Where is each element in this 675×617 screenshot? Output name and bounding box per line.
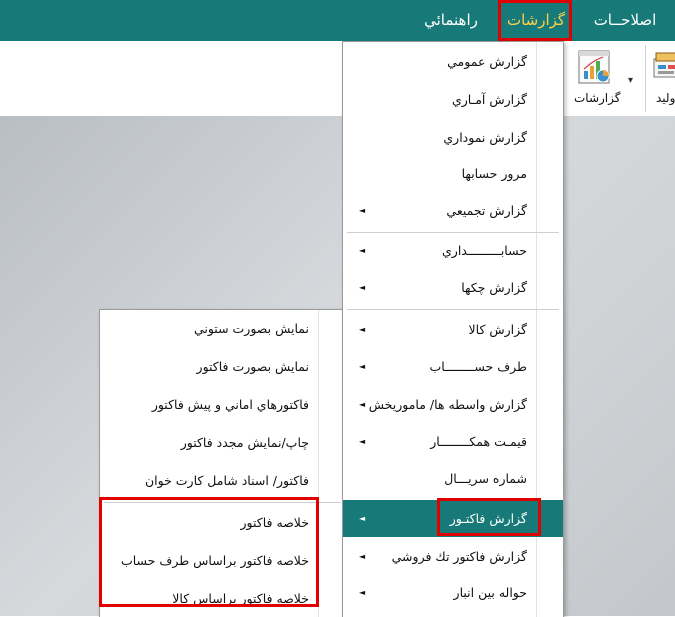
produce-label: وليد (656, 91, 675, 105)
menu-item-general-report[interactable]: گزارش عمومي (343, 43, 563, 80)
submenu-separator (104, 502, 341, 503)
menu-item-label: حواله بين انبار (453, 585, 527, 600)
menu-item-graphical-report[interactable]: گزارش نموداري (343, 119, 563, 156)
menu-item-label: گزارش کالا (468, 322, 527, 337)
submenu-item-label: چاپ/نمايش مجدد فاکتور (180, 435, 309, 450)
menu-item-account-party[interactable]: طرف حســــــــاب ◄ (343, 348, 563, 385)
submenu-item-summary-by-account[interactable]: خلاصه فاکتور براساس طرف حساب (100, 542, 345, 579)
submenu-arrow-icon: ◄ (359, 206, 366, 215)
submenu-item-card-reader-docs[interactable]: فاکتور/ اسناد شامل کارت خوان (100, 462, 345, 499)
submenu-arrow-icon: ◄ (359, 400, 366, 409)
reports-chart-icon (578, 50, 610, 84)
dropdown-arrow-icon[interactable]: ▾ (628, 75, 633, 86)
ribbon-toolbar: وليد ▾ گزارشات (0, 41, 675, 117)
submenu-arrow-icon: ◄ (359, 552, 366, 561)
menu-item-aggregate-report[interactable]: گزارش تجميعي ◄ (343, 192, 563, 229)
menu-item-partner-price[interactable]: قيمـت همکــــــــار ◄ (343, 423, 563, 460)
submenu-item-label: فاکتور/ اسناد شامل کارت خوان (144, 473, 309, 488)
submenu-item-label: خلاصه فاکتور براساس طرف حساب (120, 553, 309, 568)
menu-item-label: قيمـت همکــــــــار (430, 434, 527, 449)
submenu-arrow-icon: ◄ (359, 437, 366, 446)
submenu-arrow-icon: ◄ (359, 362, 366, 371)
submenu-item-label: نمايش بصورت فاکتور (196, 359, 309, 374)
menu-item-statistical-report[interactable]: گزارش آمـاري (343, 81, 563, 118)
menu-item-warehouse-transfer[interactable]: حواله بين انبار ◄ (343, 574, 563, 611)
menu-item-accounts-review[interactable]: مرور حسابها (343, 155, 563, 192)
submenu-item-invoice-view[interactable]: نمايش بصورت فاکتور (100, 348, 345, 385)
produce-button[interactable]: وليد (648, 47, 675, 113)
submenu-item-invoice-summary[interactable]: خلاصه فاکتور (100, 504, 345, 541)
menu-help[interactable]: راهنمائي (412, 0, 490, 41)
menu-item-invoice-report[interactable]: گزارش فاکتـور ◄ (343, 500, 563, 537)
menu-edits[interactable]: اصلاحــات (585, 0, 665, 41)
submenu-item-label: خلاصه فاکتور براساس کالا (172, 591, 309, 606)
reports-ribbon-button[interactable]: ▾ گزارشات (570, 47, 642, 113)
menu-item-label: گزارش فاکتـور (449, 511, 527, 526)
submenu-item-label: فاکتورهاي اماني و پيش فاکتور (151, 397, 309, 412)
submenu-arrow-icon: ◄ (359, 325, 366, 334)
menu-item-retail-invoice-report[interactable]: گزارش فاکتور تك فروشي ◄ (343, 538, 563, 575)
menu-item-label: شماره سريـــال (444, 471, 527, 486)
ribbon-separator (645, 45, 646, 112)
produce-icon (653, 52, 675, 78)
submenu-arrow-icon: ◄ (359, 588, 366, 597)
menu-item-product-report[interactable]: گزارش کالا ◄ (343, 311, 563, 348)
reports-dropdown-menu: گزارش عمومي گزارش آمـاري گزارش نموداري م… (342, 41, 564, 617)
submenu-item-column-view[interactable]: نمايش بصورت ستوني (100, 310, 345, 347)
submenu-item-summary-by-product[interactable]: خلاصه فاکتور براساس کالا (100, 580, 345, 617)
submenu-arrow-icon: ◄ (359, 514, 366, 523)
menu-item-label: گزارش تجميعي (446, 203, 527, 218)
submenu-item-reprint-invoice[interactable]: چاپ/نمايش مجدد فاکتور (100, 424, 345, 461)
submenu-item-label: خلاصه فاکتور (240, 515, 309, 530)
menu-separator (347, 309, 559, 310)
menu-item-label: مرور حسابها (461, 166, 527, 181)
menu-item-label: گزارش نموداري (443, 130, 527, 145)
submenu-arrow-icon: ◄ (359, 246, 366, 255)
reports-ribbon-label: گزارشات (574, 91, 621, 105)
submenu-item-label: نمايش بصورت ستوني (193, 321, 309, 336)
invoice-report-submenu: نمايش بصورت ستوني نمايش بصورت فاکتور فاک… (99, 309, 346, 617)
submenu-arrow-icon: ◄ (359, 283, 366, 292)
menu-item-cheques-report[interactable]: گزارش چکها ◄ (343, 269, 563, 306)
menu-item-label: گزارش چکها (461, 280, 527, 295)
menu-item-label: حسابـــــــــداري (442, 243, 527, 258)
menu-item-label: گزارش واسطه ها/ ماموريخش (368, 397, 527, 412)
menu-item-label: گزارش فاکتور تك فروشي (391, 549, 527, 564)
menu-item-label: طرف حســــــــاب (429, 359, 527, 374)
menu-item-label: گزارش عمومي (447, 54, 527, 69)
menu-item-label: گزارش آمـاري (451, 92, 527, 107)
menubar: اصلاحــات گزارشات راهنمائي (0, 0, 675, 41)
menu-reports[interactable]: گزارشات (500, 0, 572, 41)
menu-item-serial-number[interactable]: شماره سريـــال (343, 460, 563, 497)
submenu-item-consignment-proforma[interactable]: فاکتورهاي اماني و پيش فاکتور (100, 386, 345, 423)
menu-item-agents-report[interactable]: گزارش واسطه ها/ ماموريخش ◄ (343, 386, 563, 423)
menu-item-accounting[interactable]: حسابـــــــــداري ◄ (343, 232, 563, 269)
